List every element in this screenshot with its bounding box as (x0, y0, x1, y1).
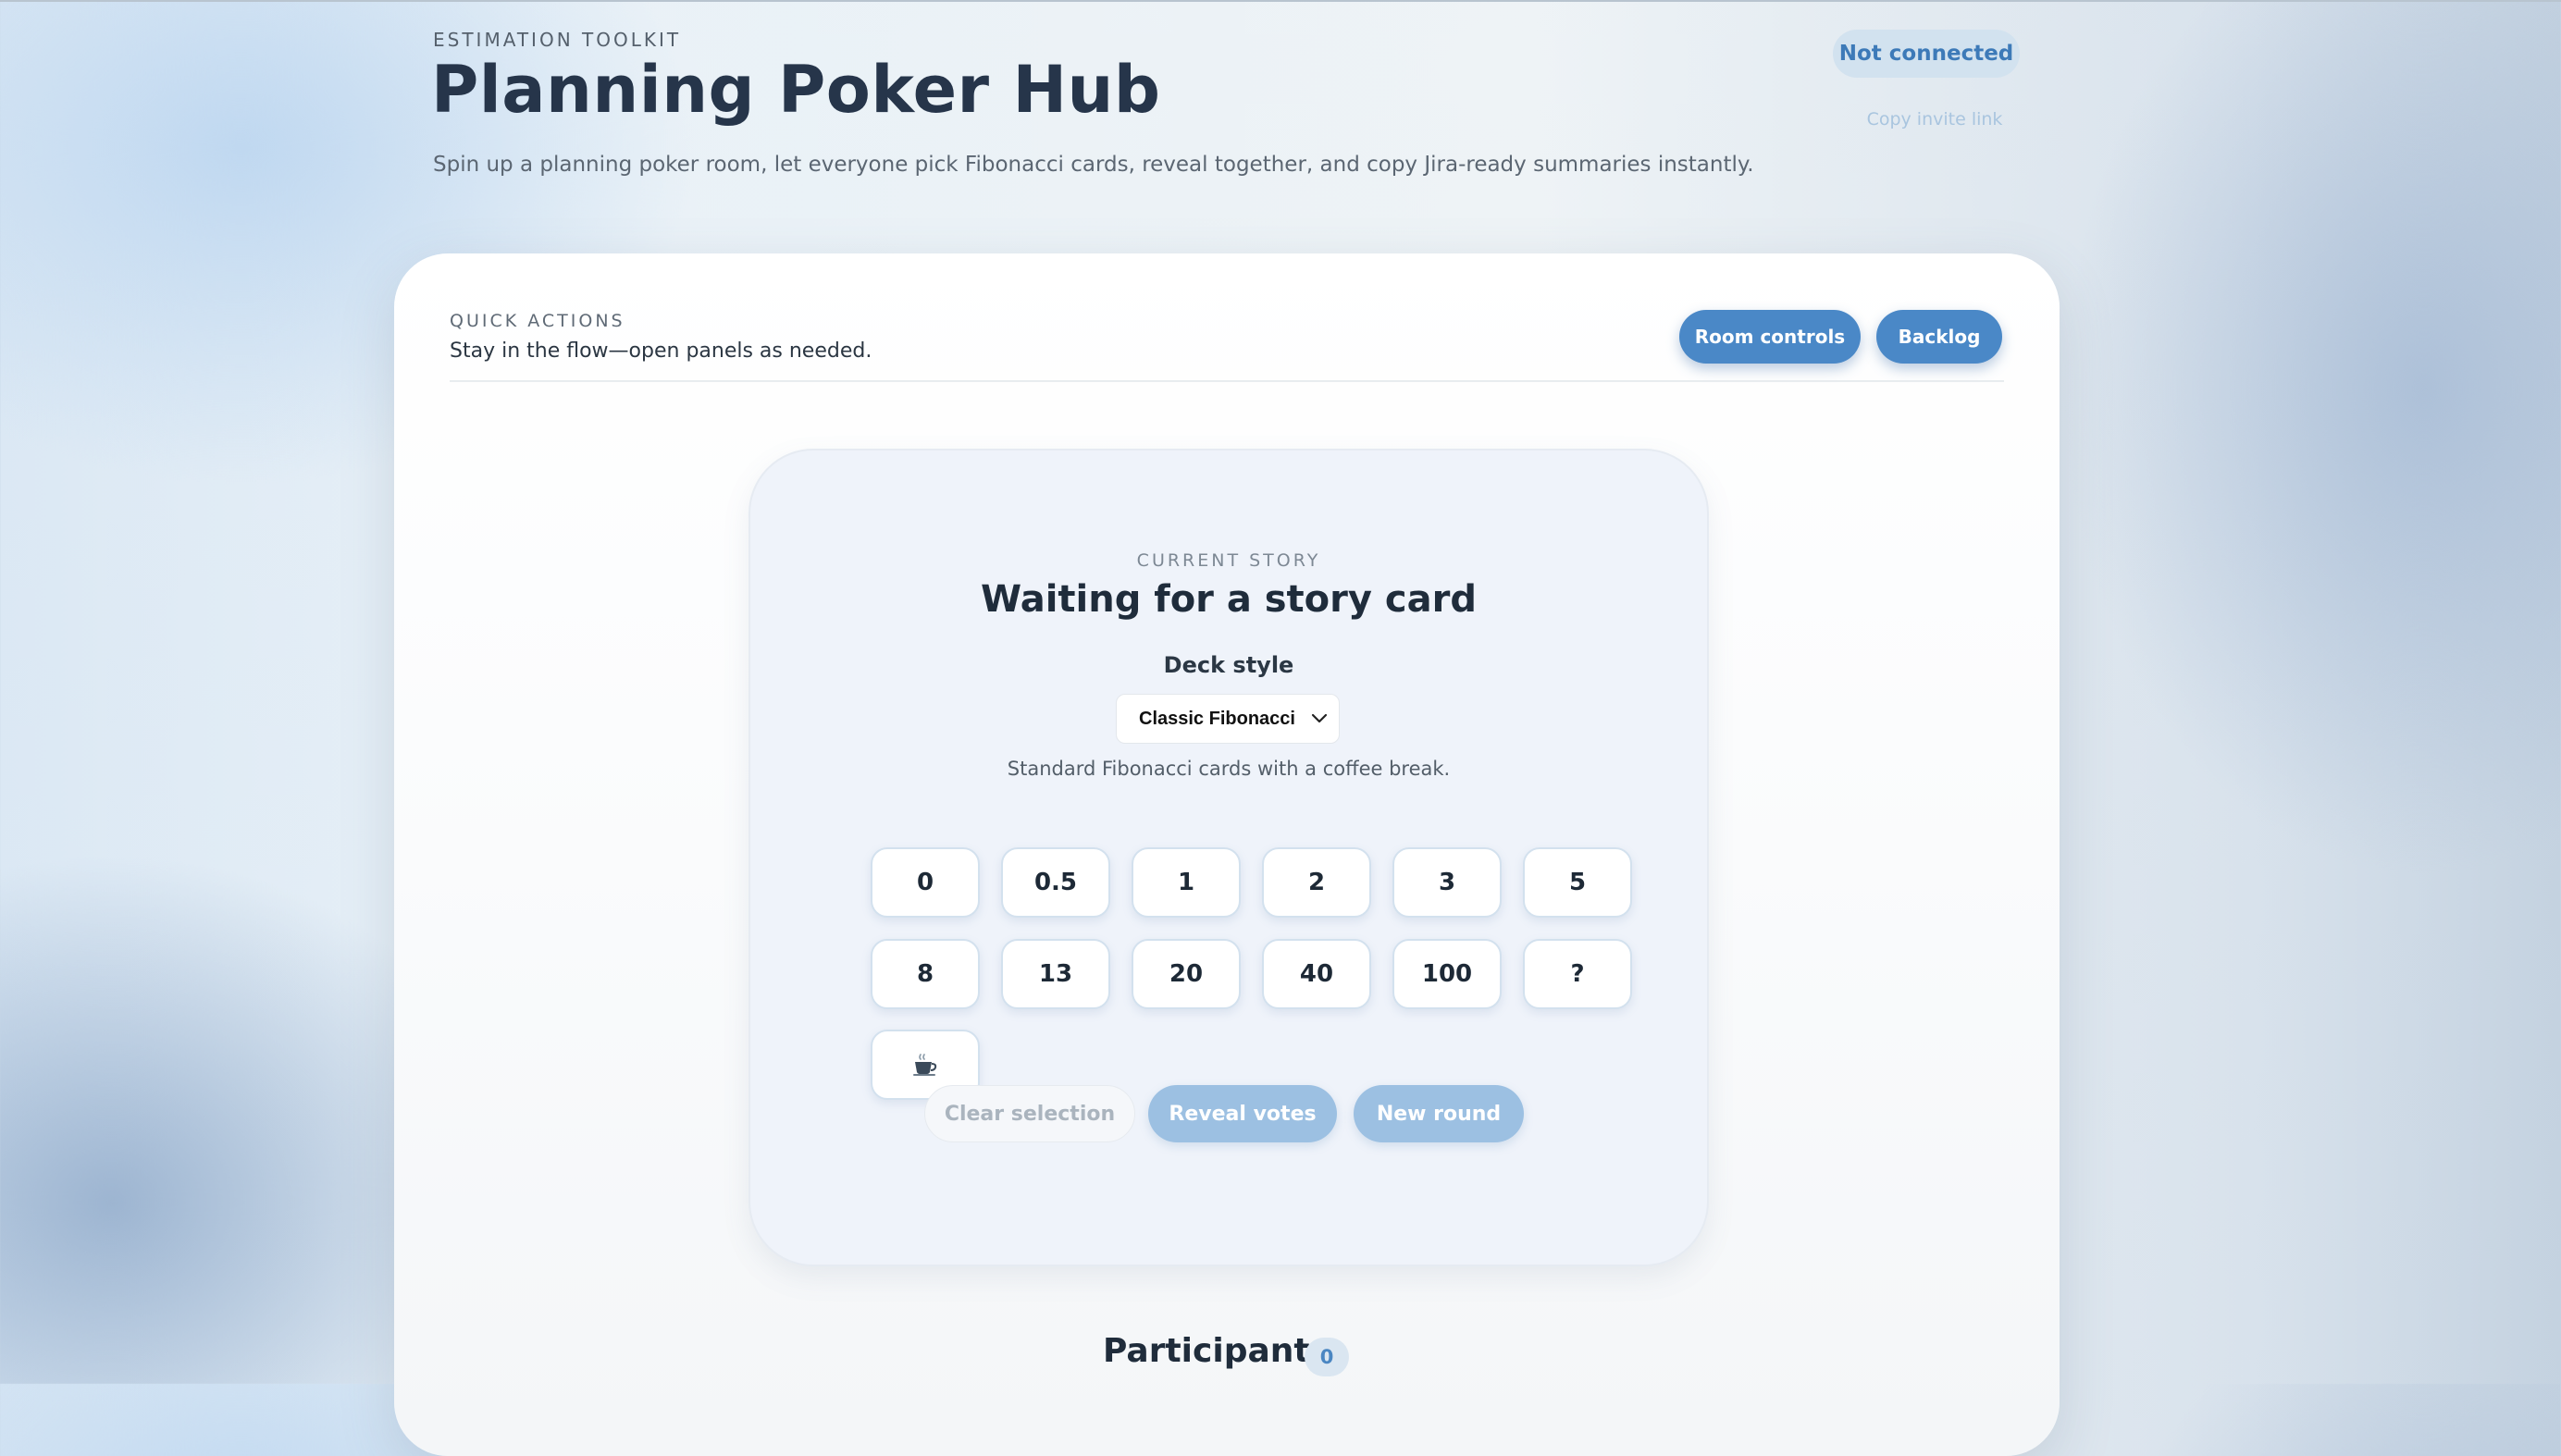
vote-card[interactable]: 0 (871, 847, 980, 918)
vote-card[interactable]: 100 (1392, 939, 1502, 1009)
vote-card[interactable]: 13 (1001, 939, 1110, 1009)
copy-invite-link[interactable]: Copy invite link (1850, 109, 2019, 130)
clear-selection-button[interactable]: Clear selection (924, 1085, 1135, 1142)
vote-card[interactable]: 3 (1392, 847, 1502, 918)
window-top-border (0, 0, 2561, 2)
vote-card[interactable]: ? (1523, 939, 1632, 1009)
story-title: Waiting for a story card (981, 578, 1477, 621)
header-eyebrow: ESTIMATION TOOLKIT (433, 29, 682, 51)
quick-actions-divider (450, 380, 2004, 382)
vote-card[interactable]: 8 (871, 939, 980, 1009)
deck-style-description: Standard Fibonacci cards with a coffee b… (1007, 758, 1451, 780)
vote-card[interactable]: 1 (1132, 847, 1241, 918)
deck-style-selected-value: Classic Fibonacci (1139, 708, 1295, 729)
reveal-votes-button[interactable]: Reveal votes (1148, 1085, 1337, 1142)
quick-actions-description: Stay in the flow—open panels as needed. (450, 339, 872, 363)
page-subtitle: Spin up a planning poker room, let every… (433, 153, 1754, 177)
chevron-down-icon (1311, 713, 1328, 723)
backlog-button[interactable]: Backlog (1876, 310, 2002, 364)
current-story-panel: CURRENT STORY Waiting for a story card D… (749, 449, 1709, 1266)
coffee-cup-icon (913, 1054, 937, 1076)
page-title: Planning Poker Hub (431, 52, 1161, 128)
main-card: QUICK ACTIONS Stay in the flow—open pane… (394, 253, 2060, 1456)
connection-status-badge: Not connected (1833, 30, 2020, 78)
vote-card[interactable]: 40 (1262, 939, 1371, 1009)
vote-card[interactable]: 0.5 (1001, 847, 1110, 918)
room-controls-button[interactable]: Room controls (1679, 310, 1861, 364)
deck-style-select[interactable]: Classic Fibonacci (1116, 694, 1340, 744)
vote-card[interactable]: 2 (1262, 847, 1371, 918)
participants-count-badge: 0 (1305, 1338, 1349, 1376)
vote-card[interactable]: 20 (1132, 939, 1241, 1009)
vote-card[interactable]: 5 (1523, 847, 1632, 918)
participants-heading: Participants (1103, 1332, 1330, 1370)
new-round-button[interactable]: New round (1354, 1085, 1524, 1142)
deck-style-label: Deck style (1163, 652, 1294, 678)
quick-actions-eyebrow: QUICK ACTIONS (450, 311, 625, 331)
current-story-eyebrow: CURRENT STORY (1136, 550, 1321, 571)
